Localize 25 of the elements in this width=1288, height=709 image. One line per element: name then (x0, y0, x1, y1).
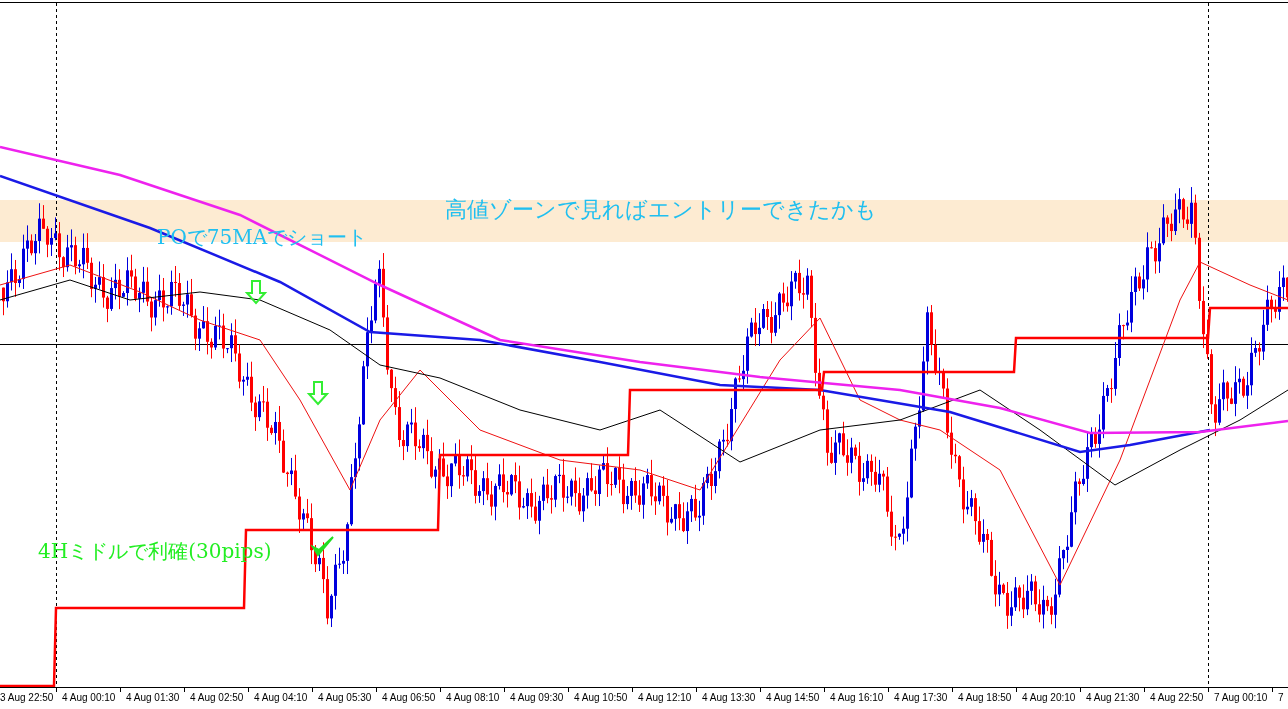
time-axis-label: 4 Aug 13:30 (702, 692, 756, 703)
time-axis-label: 4 Aug 01:30 (126, 692, 180, 703)
time-axis-label: 4 Aug 05:30 (318, 692, 372, 703)
time-axis-label: 4 Aug 17:30 (894, 692, 948, 703)
time-axis-label: 4 Aug 08:10 (446, 692, 500, 703)
time-axis-label: 4 Aug 16:10 (830, 692, 884, 703)
time-axis-label: 4 Aug 09:30 (510, 692, 564, 703)
time-axis-label: 4 Aug 20:10 (1022, 692, 1076, 703)
check-icon (310, 536, 334, 557)
time-axis-label: 3 Aug 22:50 (0, 692, 54, 703)
time-axis-label: 4 Aug 10:50 (574, 692, 628, 703)
down-arrow-icon (306, 381, 330, 406)
time-axis-label: 4 Aug 00:10 (62, 692, 116, 703)
annotation-text: 高値ゾーンで見ればエントリーできたかも (445, 197, 877, 222)
time-axis-label: 4 Aug 21:30 (1086, 692, 1140, 703)
time-axis-label: 4 Aug 02:50 (190, 692, 244, 703)
time-axis-label: 4 Aug 04:10 (254, 692, 308, 703)
time-axis-label: 4 Aug 06:50 (382, 692, 436, 703)
down-arrow-icon (244, 280, 268, 305)
time-axis-label: 4 Aug 18:50 (958, 692, 1012, 703)
time-axis-label: 4 Aug 12:10 (638, 692, 692, 703)
time-axis-label: 7 Aug 00:10 (1214, 692, 1268, 703)
time-axis-label: 7 (1278, 692, 1284, 703)
time-axis-label: 4 Aug 22:50 (1150, 692, 1204, 703)
time-axis-label: 4 Aug 14:50 (766, 692, 820, 703)
